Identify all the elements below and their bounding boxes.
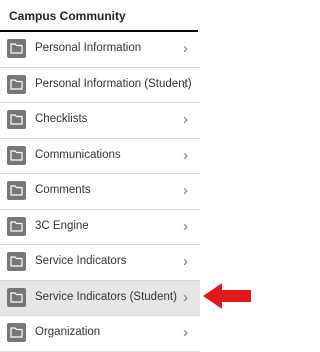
menu-item-label: Personal Information	[35, 42, 142, 54]
chevron-right-icon: ›	[183, 253, 188, 270]
menu-item-checklists[interactable]: Checklists ›	[0, 103, 200, 139]
menu-item-label: Personal Information (Student)	[35, 77, 192, 90]
folder-icon	[7, 110, 26, 129]
menu-item-label: 3C Engine	[35, 219, 89, 232]
chevron-right-icon: ›	[183, 324, 188, 341]
folder-icon	[7, 252, 26, 271]
menu-item-label: Communications	[35, 148, 121, 161]
menu-item-service-indicators[interactable]: Service Indicators ›	[0, 245, 200, 281]
menu-item-label: Checklists	[35, 113, 88, 125]
chevron-right-icon: ›	[183, 146, 188, 164]
chevron-right-icon: ›	[183, 182, 188, 199]
folder-icon	[7, 287, 26, 307]
folder-icon	[7, 74, 26, 94]
folder-icon	[7, 216, 26, 236]
panel-header: Campus Community	[0, 0, 200, 32]
menu-item-3c-engine[interactable]: 3C Engine ›	[0, 209, 200, 245]
menu-item-label: Service Indicators	[35, 255, 127, 267]
menu-item-service-indicators-student[interactable]: Service Indicators (Student) ›	[0, 280, 200, 316]
chevron-right-icon: ›	[183, 111, 188, 128]
menu-item-label: Comments	[35, 184, 91, 196]
chevron-right-icon: ›	[183, 288, 188, 306]
folder-icon	[7, 145, 26, 165]
folder-icon	[7, 323, 26, 342]
menu-item-comments[interactable]: Comments ›	[0, 174, 200, 210]
menu-item-personal-information-student[interactable]: Personal Information (Student) ›	[0, 67, 200, 103]
chevron-right-icon: ›	[183, 75, 188, 93]
menu-item-organization[interactable]: Organization ›	[0, 316, 200, 352]
folder-icon	[7, 39, 26, 58]
folder-icon	[7, 181, 26, 200]
menu-item-personal-information[interactable]: Personal Information ›	[0, 32, 200, 68]
chevron-right-icon: ›	[183, 40, 188, 57]
menu-list: Personal Information › Personal Informat…	[0, 32, 200, 352]
red-arrow-icon	[203, 283, 251, 309]
chevron-right-icon: ›	[183, 217, 188, 235]
menu-item-label: Organization	[35, 326, 101, 338]
menu-item-label: Service Indicators (Student)	[35, 290, 177, 303]
page-title: Campus Community	[9, 9, 126, 23]
menu-item-communications[interactable]: Communications ›	[0, 138, 200, 174]
